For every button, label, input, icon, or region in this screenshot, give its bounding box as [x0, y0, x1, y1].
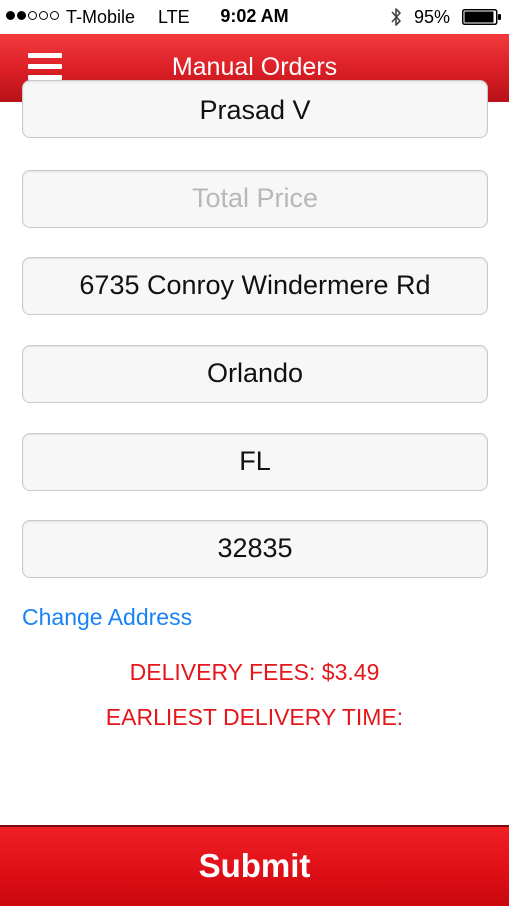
- status-bar: T-Mobile LTE 9:02 AM 95%: [0, 0, 509, 34]
- page-title: Manual Orders: [171, 53, 338, 81]
- submit-button[interactable]: Submit: [0, 825, 509, 906]
- name-field[interactable]: Prasad V: [22, 80, 488, 138]
- bluetooth-icon: [391, 8, 401, 26]
- change-address-link[interactable]: Change Address: [22, 604, 192, 631]
- total-price-field[interactable]: Total Price: [22, 170, 488, 228]
- delivery-fees-text: DELIVERY FEES: $3.49: [129, 659, 380, 685]
- earliest-delivery-time-text: EARLIEST DELIVERY TIME:: [105, 704, 404, 730]
- zip-code-field[interactable]: 32835: [22, 520, 488, 578]
- street-address-field[interactable]: 6735 Conroy Windermere Rd: [22, 257, 488, 315]
- city-field[interactable]: Orlando: [22, 345, 488, 403]
- state-field[interactable]: FL: [22, 433, 488, 491]
- battery-icon: [462, 9, 501, 25]
- battery-percentage: 95%: [414, 7, 451, 27]
